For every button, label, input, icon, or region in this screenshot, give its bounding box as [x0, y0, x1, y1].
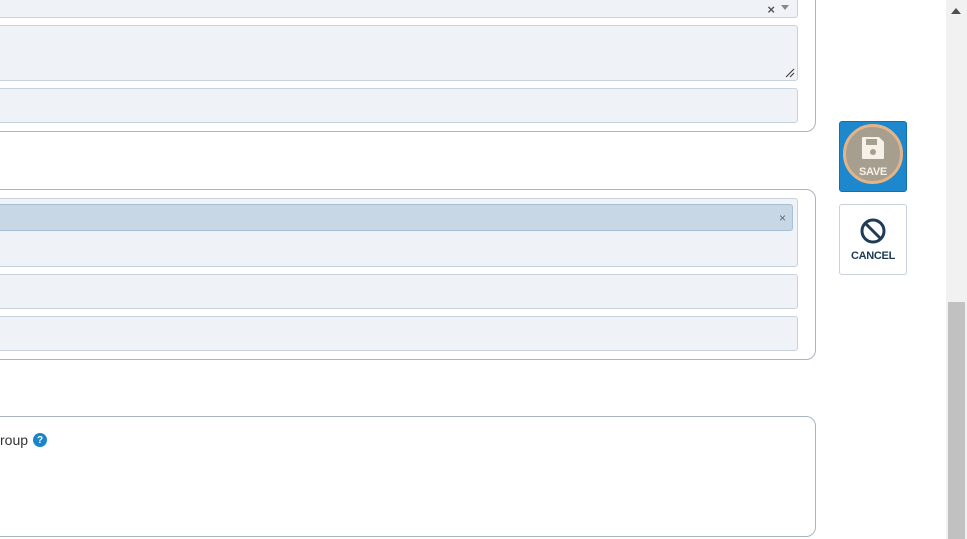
save-button-label: SAVE [859, 166, 887, 178]
page-scrollbar[interactable] [946, 0, 967, 539]
group-label-text: roup [0, 432, 29, 448]
multiselect-field[interactable]: × [0, 198, 798, 267]
scrollbar-thumb[interactable] [948, 302, 965, 539]
help-icon[interactable]: ? [33, 433, 48, 447]
save-button[interactable]: SAVE [839, 121, 907, 192]
cancel-button[interactable]: CANCEL [839, 204, 907, 275]
text-input-a[interactable] [0, 88, 798, 123]
group-label: roup ? [0, 432, 48, 448]
tag-remove-icon[interactable]: × [779, 212, 786, 224]
ban-icon [860, 218, 886, 244]
text-input-c[interactable] [0, 316, 798, 351]
fieldset-bottom [0, 416, 816, 537]
floppy-disk-icon [862, 137, 884, 159]
select-field[interactable]: × [0, 0, 798, 18]
chevron-down-icon[interactable] [781, 5, 789, 10]
form-viewport: × × roup ? SAVE CANCEL [0, 0, 967, 539]
textarea-field[interactable] [0, 25, 798, 81]
selected-tag[interactable]: × [0, 204, 793, 231]
triangle-up-icon[interactable] [951, 8, 961, 14]
text-input-b[interactable] [0, 274, 798, 309]
select-clear-icon[interactable]: × [767, 3, 775, 16]
cancel-button-label: CANCEL [850, 250, 896, 262]
resize-grip-icon[interactable] [785, 68, 795, 78]
